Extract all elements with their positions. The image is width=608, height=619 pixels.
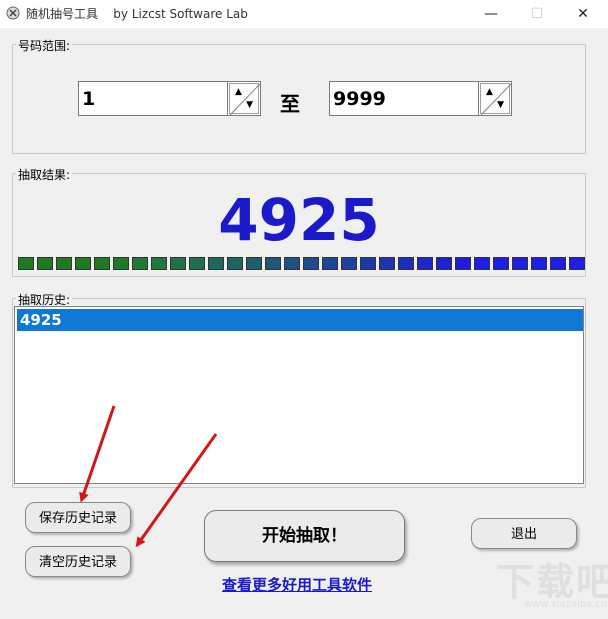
progress-segment xyxy=(94,257,110,270)
exit-button[interactable]: 退出 xyxy=(471,518,577,549)
progress-segment xyxy=(341,257,357,270)
app-subtitle: by Lizcst Software Lab xyxy=(113,7,248,21)
spin-down-icon[interactable]: ▼ xyxy=(246,100,253,110)
maximize-button: ☐ xyxy=(530,6,544,22)
draw-progress-bar xyxy=(18,257,586,271)
clear-history-button[interactable]: 清空历史记录 xyxy=(25,546,131,577)
progress-segment xyxy=(75,257,91,270)
progress-segment xyxy=(132,257,148,270)
progress-segment xyxy=(398,257,414,270)
progress-segment xyxy=(493,257,509,270)
app-window: 随机抽号工具 by Lizcst Software Lab — ☐ ✕ 号码范围… xyxy=(0,0,608,619)
progress-segment xyxy=(265,257,281,270)
save-history-button[interactable]: 保存历史记录 xyxy=(25,502,131,533)
progress-segment xyxy=(379,257,395,270)
watermark-url: www.xiazaiba.com xyxy=(524,599,608,610)
spin-up-icon[interactable]: ▲ xyxy=(235,87,242,97)
watermark-text: 下载吧 xyxy=(496,560,608,604)
range-group-label: 号码范围: xyxy=(16,37,73,54)
progress-segment xyxy=(189,257,205,270)
progress-segment xyxy=(56,257,72,270)
progress-segment xyxy=(531,257,547,270)
history-list-item[interactable]: 4925 xyxy=(17,309,583,331)
progress-segment xyxy=(417,257,433,270)
progress-segment xyxy=(113,257,129,270)
progress-segment xyxy=(37,257,53,270)
range-to-spinner[interactable]: ▲ ▼ xyxy=(478,81,512,116)
progress-segment xyxy=(436,257,452,270)
progress-segment xyxy=(18,257,34,270)
title-bar: 随机抽号工具 by Lizcst Software Lab — ☐ ✕ xyxy=(0,0,608,28)
app-icon xyxy=(6,6,20,20)
spin-up-icon[interactable]: ▲ xyxy=(486,87,493,97)
more-tools-link[interactable]: 查看更多好用工具软件 xyxy=(222,574,372,595)
progress-segment xyxy=(227,257,243,270)
start-draw-button[interactable]: 开始抽取！ xyxy=(204,510,405,562)
range-from-spinner[interactable]: ▲ ▼ xyxy=(227,81,261,116)
progress-segment xyxy=(170,257,186,270)
range-to-label: 至 xyxy=(280,92,300,116)
minimize-button[interactable]: — xyxy=(468,0,514,28)
watermark: 下载吧 www.xiazaiba.com xyxy=(488,549,608,619)
range-from-input[interactable] xyxy=(78,81,228,116)
range-to-input[interactable] xyxy=(329,81,479,116)
progress-segment xyxy=(151,257,167,270)
history-list[interactable]: 4925 xyxy=(14,306,584,484)
progress-segment xyxy=(455,257,471,270)
app-title: 随机抽号工具 xyxy=(26,7,99,21)
progress-segment xyxy=(550,257,566,270)
close-button[interactable]: ✕ xyxy=(560,0,606,28)
progress-segment xyxy=(360,257,376,270)
progress-segment xyxy=(569,257,585,270)
progress-segment xyxy=(322,257,338,270)
window-title: 随机抽号工具 by Lizcst Software Lab xyxy=(26,5,248,22)
progress-segment xyxy=(474,257,490,270)
result-number: 4925 xyxy=(218,186,380,254)
spin-down-icon[interactable]: ▼ xyxy=(497,100,504,110)
progress-segment xyxy=(208,257,224,270)
progress-segment xyxy=(303,257,319,270)
progress-segment xyxy=(246,257,262,270)
result-group-label: 抽取结果: xyxy=(16,166,73,183)
progress-segment xyxy=(512,257,528,270)
progress-segment xyxy=(284,257,300,270)
